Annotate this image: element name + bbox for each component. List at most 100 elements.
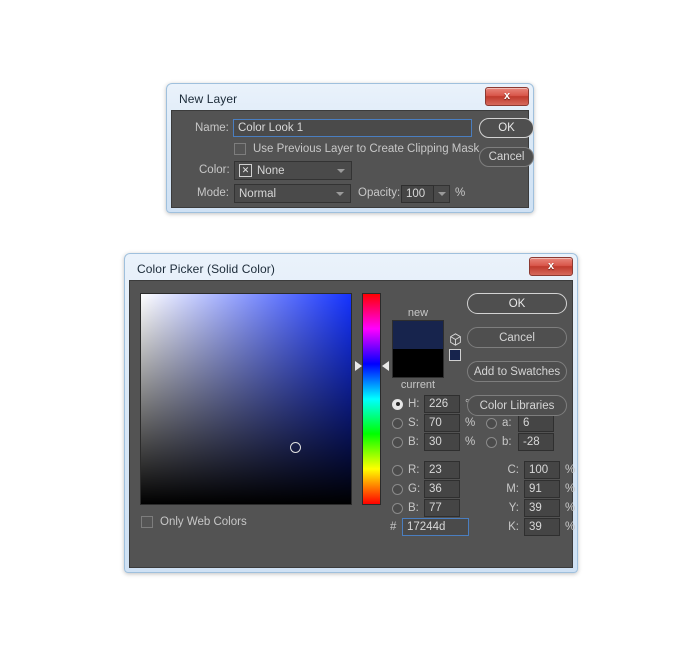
clipping-mask-row[interactable]: Use Previous Layer to Create Clipping Ma… <box>234 143 479 155</box>
label-blue: B: <box>408 502 424 514</box>
new-layer-titlebar[interactable]: New Layer x <box>171 88 529 110</box>
unit-c: % <box>565 464 575 476</box>
new-color-label: new <box>392 306 444 320</box>
color-field-marker <box>290 442 301 453</box>
swatch-box[interactable] <box>392 320 444 378</box>
blend-mode-dropdown[interactable]: Normal <box>234 184 351 203</box>
layer-name-input[interactable] <box>233 119 472 137</box>
rgb-row-g[interactable]: G: <box>392 480 460 498</box>
ok-button[interactable]: OK <box>479 118 534 138</box>
out-of-gamut-cube-icon <box>449 333 462 346</box>
cmyk-row-y[interactable]: Y: % <box>503 499 575 517</box>
lab-row-b[interactable]: b: <box>486 433 554 451</box>
label-h: H: <box>408 398 424 410</box>
color-preview-swatches: new current <box>392 306 444 392</box>
color-picker-title: Color Picker (Solid Color) <box>137 262 275 276</box>
input-lab-b[interactable] <box>518 433 554 451</box>
lab-row-a[interactable]: a: <box>486 414 554 432</box>
color-label: Color: <box>199 164 230 176</box>
chevron-down-icon <box>438 192 446 196</box>
radio-g[interactable] <box>392 484 403 495</box>
layer-color-dropdown[interactable]: ✕ None <box>234 161 352 180</box>
only-web-colors-checkbox[interactable] <box>141 516 153 528</box>
new-layer-title: New Layer <box>179 92 237 106</box>
input-brightness[interactable] <box>424 433 460 451</box>
unit-y: % <box>565 502 575 514</box>
blend-mode-value: Normal <box>239 188 276 200</box>
rgb-row-b[interactable]: B: <box>392 499 460 517</box>
close-icon-glyph: x <box>504 91 510 102</box>
hsb-row-h[interactable]: H: ° <box>392 395 470 413</box>
clipping-mask-label: Use Previous Layer to Create Clipping Ma… <box>253 143 479 155</box>
label-lab-b: b: <box>502 436 518 448</box>
layer-color-value: None <box>257 165 285 177</box>
hue-slider-handle-right-icon[interactable] <box>382 361 389 371</box>
radio-r[interactable] <box>392 465 403 476</box>
current-color-swatch[interactable] <box>393 349 443 377</box>
input-k[interactable] <box>524 518 560 536</box>
input-g[interactable] <box>424 480 460 498</box>
unit-m: % <box>565 483 575 495</box>
color-picker-ok-button[interactable]: OK <box>467 293 567 314</box>
label-g: G: <box>408 483 424 495</box>
color-picker-titlebar[interactable]: Color Picker (Solid Color) x <box>129 258 573 280</box>
label-m: M: <box>503 483 519 495</box>
cancel-button[interactable]: Cancel <box>479 147 534 167</box>
input-c[interactable] <box>524 461 560 479</box>
radio-brightness[interactable] <box>392 437 403 448</box>
opacity-input[interactable] <box>401 185 434 203</box>
unit-s: % <box>465 417 475 429</box>
input-r[interactable] <box>424 461 460 479</box>
close-icon[interactable]: x <box>485 87 529 106</box>
hsb-row-s[interactable]: S: % <box>392 414 475 432</box>
unit-brightness: % <box>465 436 475 448</box>
input-m[interactable] <box>524 480 560 498</box>
label-y: Y: <box>503 502 519 514</box>
input-a[interactable] <box>518 414 554 432</box>
color-libraries-button[interactable]: Color Libraries <box>467 395 567 416</box>
mode-label: Mode: <box>197 187 229 199</box>
new-color-swatch[interactable] <box>393 321 443 349</box>
label-s: S: <box>408 417 424 429</box>
hsb-row-b[interactable]: B: % <box>392 433 475 451</box>
clipping-mask-checkbox[interactable] <box>234 143 246 155</box>
web-safe-square-icon[interactable] <box>449 349 461 361</box>
hue-slider[interactable] <box>362 293 381 505</box>
radio-blue[interactable] <box>392 503 403 514</box>
name-label: Name: <box>195 122 229 134</box>
cmyk-row-m[interactable]: M: % <box>503 480 575 498</box>
only-web-colors-label: Only Web Colors <box>160 516 247 528</box>
chevron-down-icon <box>336 192 344 196</box>
opacity-unit: % <box>455 187 465 199</box>
hex-row[interactable]: # <box>390 518 469 536</box>
add-to-swatches-button[interactable]: Add to Swatches <box>467 361 567 382</box>
only-web-colors-row[interactable]: Only Web Colors <box>141 516 247 528</box>
label-brightness: B: <box>408 436 424 448</box>
hex-input[interactable] <box>402 518 469 536</box>
input-h[interactable] <box>424 395 460 413</box>
hue-slider-handle-left-icon[interactable] <box>355 361 362 371</box>
radio-lab-b[interactable] <box>486 437 497 448</box>
unit-k: % <box>565 521 575 533</box>
none-swatch-x-icon: ✕ <box>239 164 252 177</box>
opacity-stepper[interactable] <box>434 185 450 203</box>
label-a: a: <box>502 417 518 429</box>
cmyk-row-k[interactable]: K: % <box>503 518 575 536</box>
radio-h[interactable] <box>392 399 403 410</box>
color-picker-body: new current H: ° <box>129 280 573 568</box>
rgb-row-r[interactable]: R: <box>392 461 460 479</box>
close-icon-glyph: x <box>548 261 554 272</box>
input-s[interactable] <box>424 414 460 432</box>
label-c: C: <box>503 464 519 476</box>
radio-s[interactable] <box>392 418 403 429</box>
hex-prefix-label: # <box>390 521 402 533</box>
input-y[interactable] <box>524 499 560 517</box>
radio-a[interactable] <box>486 418 497 429</box>
close-icon[interactable]: x <box>529 257 573 276</box>
saturation-brightness-field[interactable] <box>140 293 352 505</box>
cmyk-row-c[interactable]: C: % <box>503 461 575 479</box>
input-blue[interactable] <box>424 499 460 517</box>
current-color-label: current <box>392 378 444 392</box>
color-picker-cancel-button[interactable]: Cancel <box>467 327 567 348</box>
screen-root: New Layer x Name: OK Cancel Use Previous… <box>0 0 700 655</box>
